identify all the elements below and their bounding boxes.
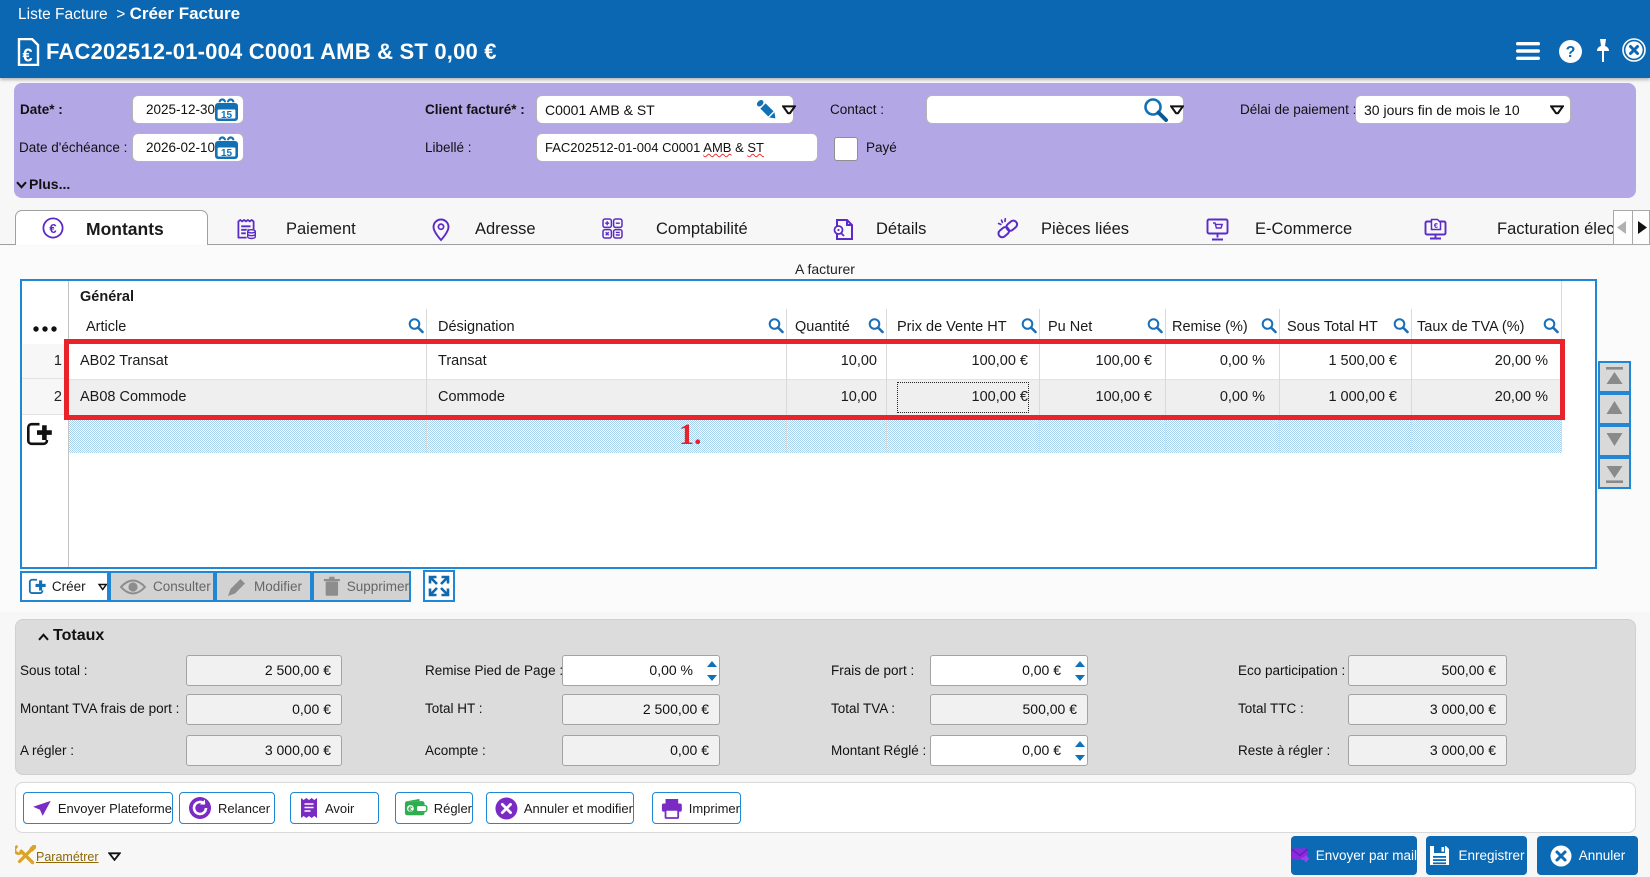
svg-text:€: € — [408, 804, 413, 813]
svg-text:€: € — [22, 46, 32, 66]
svg-text:€: € — [49, 221, 56, 236]
svg-text:15: 15 — [221, 110, 233, 121]
svg-text:?: ? — [1566, 44, 1576, 61]
svg-text:15: 15 — [221, 148, 233, 159]
